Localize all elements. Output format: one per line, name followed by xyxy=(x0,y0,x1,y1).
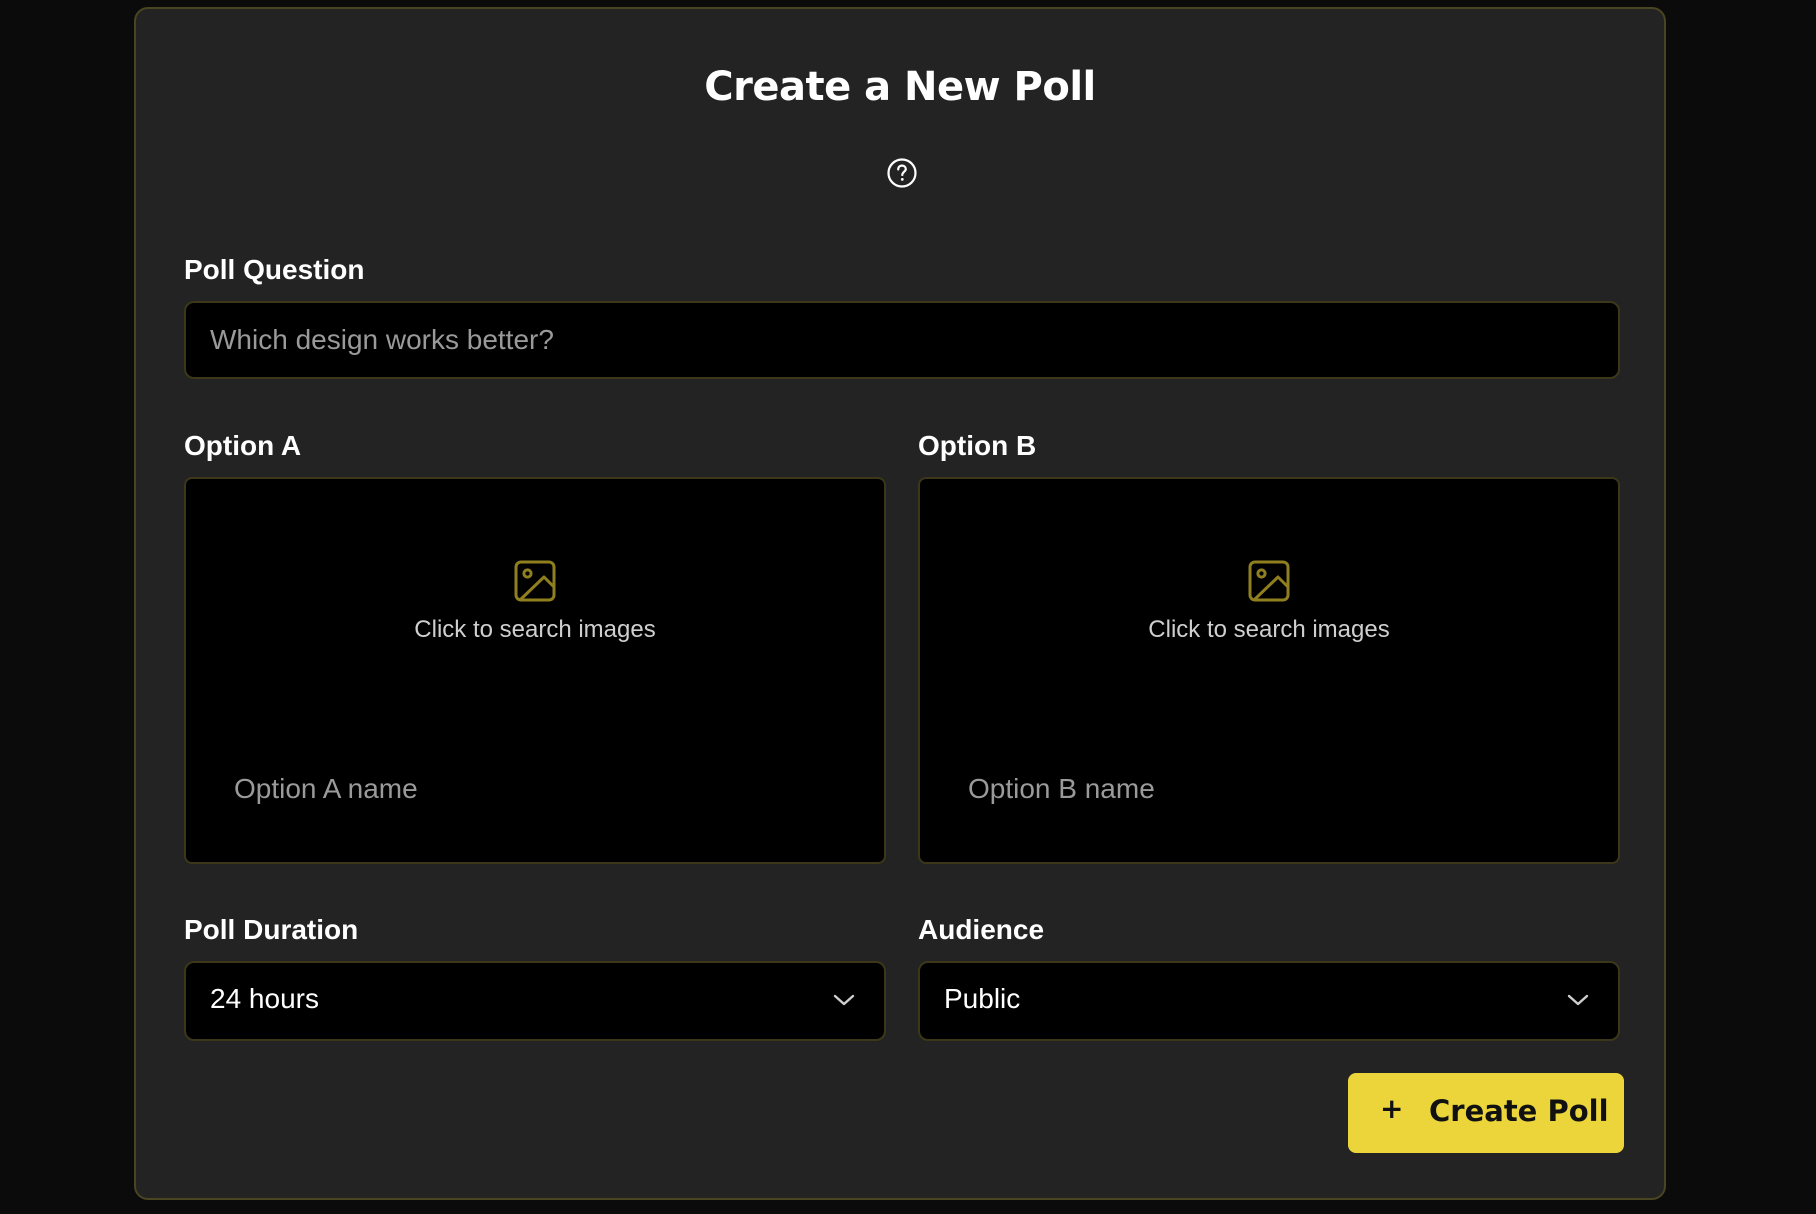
create-poll-card: Create a New Poll Poll Question Option A… xyxy=(134,7,1666,1200)
option-a-card: Click to search images xyxy=(184,477,886,864)
audience-value: Public xyxy=(944,983,1021,1014)
option-b-card: Click to search images xyxy=(918,477,1620,864)
poll-question-label: Poll Question xyxy=(184,254,365,285)
option-b-label: Option B xyxy=(918,430,1037,461)
option-b-search-text: Click to search images xyxy=(1148,616,1390,643)
poll-duration-select[interactable]: 24 hours xyxy=(184,961,886,1041)
option-a-name-input[interactable] xyxy=(234,767,834,811)
audience-label: Audience xyxy=(918,914,1045,945)
image-icon xyxy=(1248,560,1290,602)
image-icon xyxy=(514,560,556,602)
option-a-search-text: Click to search images xyxy=(414,616,656,643)
page-title: Create a New Poll xyxy=(704,64,1096,110)
poll-duration-label: Poll Duration xyxy=(184,914,359,945)
audience-select[interactable]: Public xyxy=(918,961,1620,1041)
poll-question-input[interactable] xyxy=(184,301,1620,379)
option-b-image-search[interactable]: Click to search images xyxy=(920,559,1618,659)
option-a-label: Option A xyxy=(184,430,302,461)
create-poll-label: Create Poll xyxy=(1429,1094,1609,1128)
option-a-image-search[interactable]: Click to search images xyxy=(186,559,884,659)
plus-icon: + xyxy=(1380,1092,1404,1125)
chevron-down-icon xyxy=(1567,994,1589,1006)
option-b-name-input[interactable] xyxy=(968,767,1568,811)
poll-duration-value: 24 hours xyxy=(210,983,319,1014)
chevron-down-icon xyxy=(833,994,855,1006)
help-circle-icon[interactable] xyxy=(886,157,918,189)
create-poll-button[interactable]: + Create Poll xyxy=(1348,1073,1624,1153)
